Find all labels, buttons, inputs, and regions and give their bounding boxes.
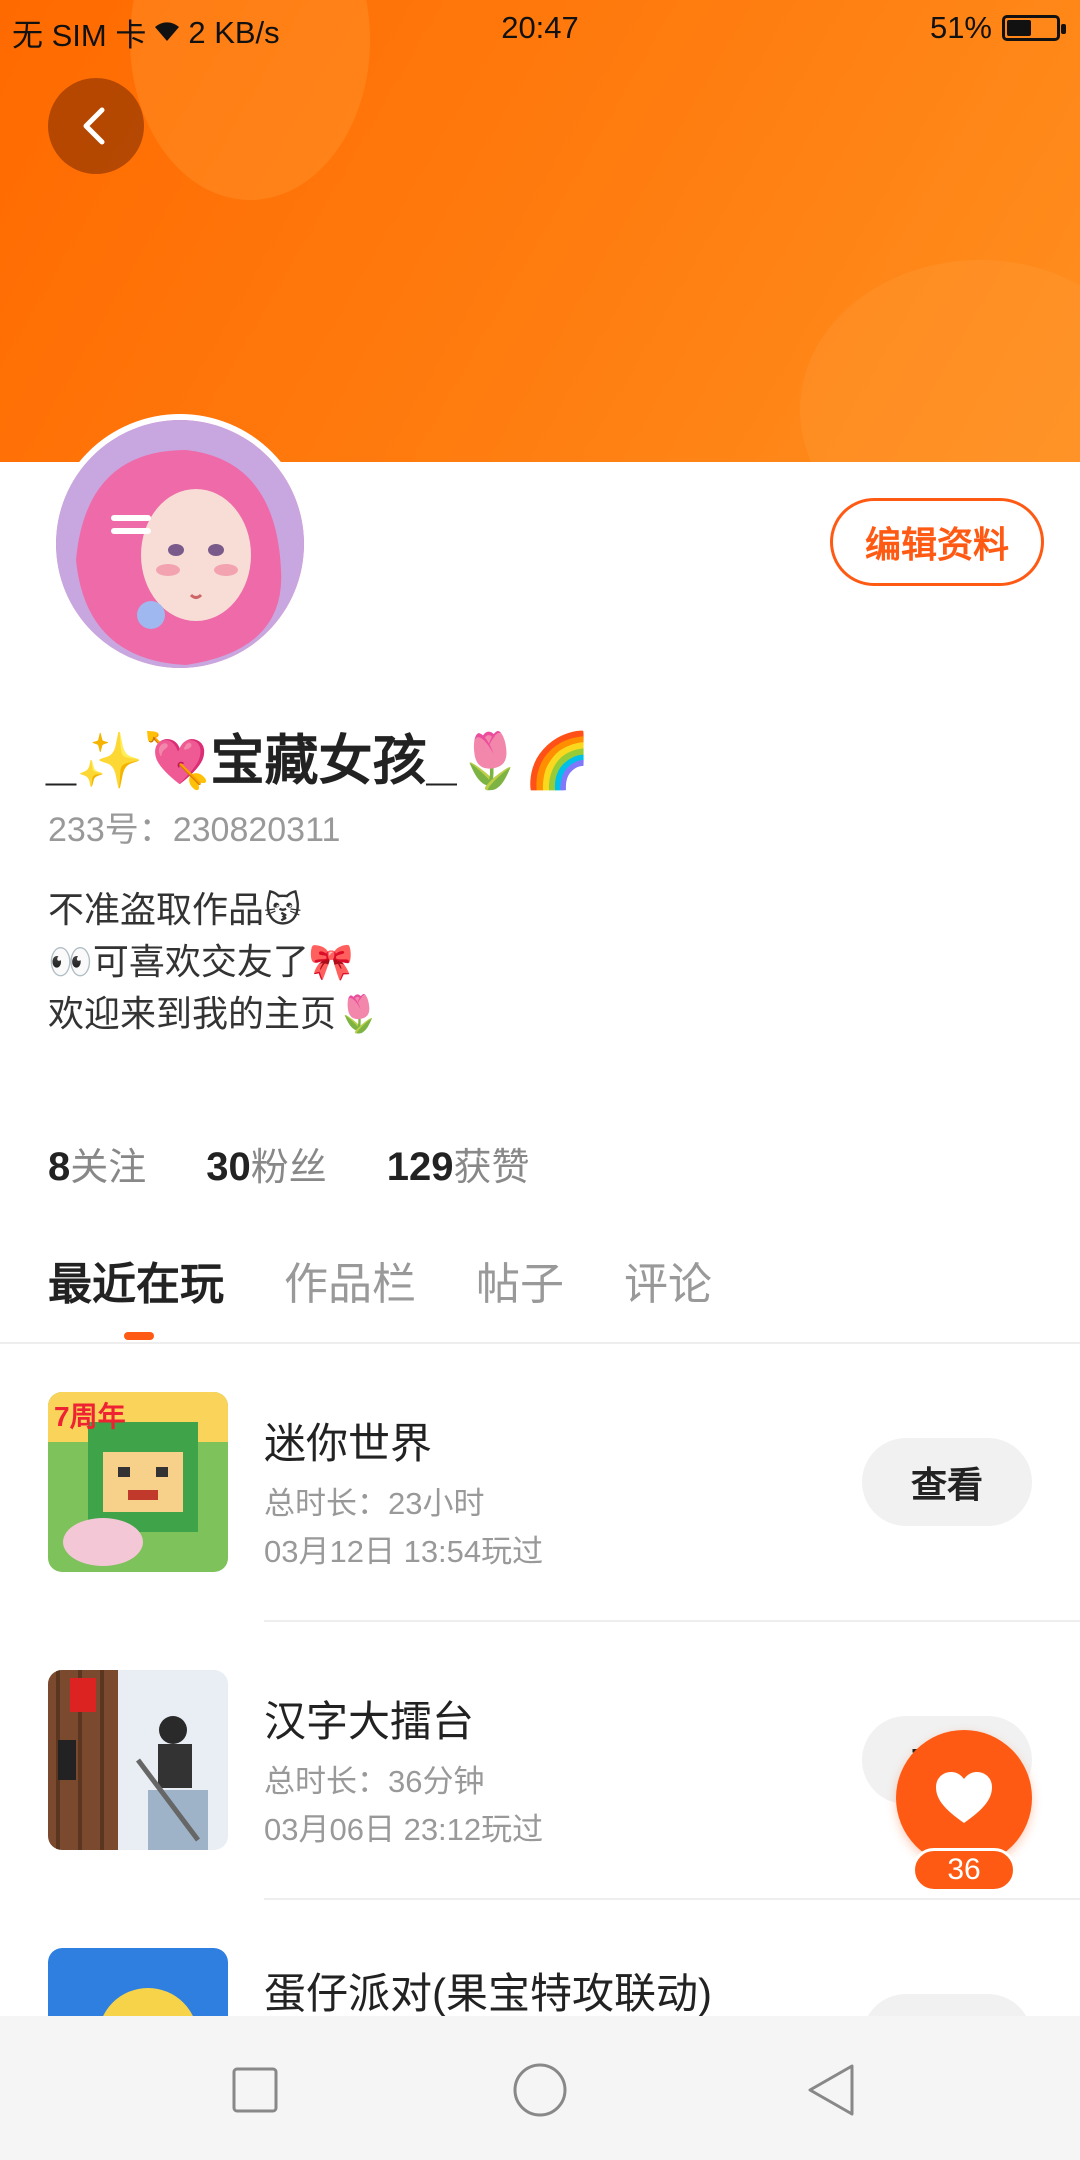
stat-label: 获赞 — [453, 1147, 530, 1189]
bio-line: 不准盗取作品😽 — [48, 889, 302, 930]
clock: 20:47 — [501, 10, 579, 45]
battery-fill — [1007, 20, 1032, 36]
list-item[interactable]: 蛋仔派对(果宝特攻联动) 查看 — [0, 1948, 1080, 2016]
tab-posts[interactable]: 帖子 — [476, 1248, 564, 1312]
stat-value: 30 — [206, 1145, 251, 1189]
tab-indicator — [124, 1332, 154, 1340]
divider — [264, 1898, 1080, 1900]
square-icon — [232, 2067, 278, 2113]
tab-recently-played[interactable]: 最近在玩 — [48, 1248, 224, 1312]
game-duration: 总时长：23小时 — [264, 1486, 485, 1521]
stat-value: 129 — [386, 1145, 454, 1189]
divider — [264, 1620, 1080, 1622]
game-title: 汉字大擂台 — [264, 1698, 475, 1745]
stats-row: 8关注 30粉丝 129获赞 — [48, 1136, 530, 1191]
chevron-left-icon — [83, 107, 105, 145]
list-item[interactable]: 7周年 迷你世界 总时长：23小时 03月12日 13:54玩过 查看 — [0, 1392, 1080, 1670]
status-bar: 无 SIM 卡 2 KB/s 20:47 51% — [0, 0, 1080, 56]
view-button[interactable]: 查看 — [862, 1438, 1032, 1526]
profile-tabs: 最近在玩 作品栏 帖子 评论 — [48, 1248, 712, 1312]
back-nav-button[interactable] — [800, 2060, 860, 2120]
like-count: 36 — [912, 1848, 1016, 1892]
banner-decoration — [800, 260, 1080, 462]
game-duration: 总时长：36分钟 — [264, 1764, 485, 1799]
recent-apps-button[interactable] — [225, 2060, 285, 2120]
battery-icon — [1002, 15, 1066, 41]
profile-banner — [0, 0, 1080, 462]
stat-label: 粉丝 — [250, 1147, 327, 1189]
bio: 不准盗取作品😽 👀可喜欢交友了🎀 欢迎来到我的主页🌷 — [48, 884, 381, 1040]
game-title: 迷你世界 — [264, 1420, 433, 1467]
edit-profile-button[interactable]: 编辑资料 — [830, 498, 1044, 586]
system-navigation-bar — [0, 2016, 1080, 2160]
view-button[interactable]: 查看 — [862, 1994, 1032, 2016]
status-right: 51% — [929, 10, 1066, 46]
username: _✨💘宝藏女孩_🌷🌈 — [46, 731, 592, 791]
tab-comments[interactable]: 评论 — [624, 1248, 712, 1312]
game-last-played: 03月06日 23:12玩过 — [264, 1812, 544, 1847]
game-icon — [48, 1670, 228, 1850]
bio-line: 欢迎来到我的主页🌷 — [48, 993, 381, 1034]
bio-line: 👀可喜欢交友了🎀 — [48, 941, 354, 982]
game-last-played: 03月12日 13:54玩过 — [264, 1534, 544, 1569]
heart-icon — [936, 1772, 992, 1823]
game-icon — [48, 1948, 228, 2016]
avatar-image — [56, 420, 304, 668]
game-title: 蛋仔派对(果宝特攻联动) — [264, 1970, 712, 2016]
home-button[interactable] — [510, 2060, 570, 2120]
back-button[interactable] — [48, 78, 144, 174]
triangle-back-icon — [808, 2064, 854, 2116]
stat-label: 关注 — [70, 1147, 147, 1189]
user-id: 233号：230820311 — [48, 811, 341, 849]
divider — [0, 1342, 1080, 1344]
like-button[interactable] — [896, 1730, 1032, 1866]
stat-value: 8 — [48, 1145, 71, 1189]
tab-works[interactable]: 作品栏 — [284, 1248, 416, 1312]
stat-likes[interactable]: 129获赞 — [387, 1136, 530, 1191]
battery-percent: 51% — [929, 10, 992, 45]
svg-text:7周年: 7周年 — [54, 1400, 126, 1432]
stat-followers[interactable]: 30粉丝 — [206, 1136, 327, 1191]
stat-following[interactable]: 8关注 — [48, 1136, 146, 1191]
circle-icon — [513, 2063, 567, 2117]
avatar[interactable] — [50, 414, 310, 674]
game-icon: 7周年 — [48, 1392, 228, 1572]
